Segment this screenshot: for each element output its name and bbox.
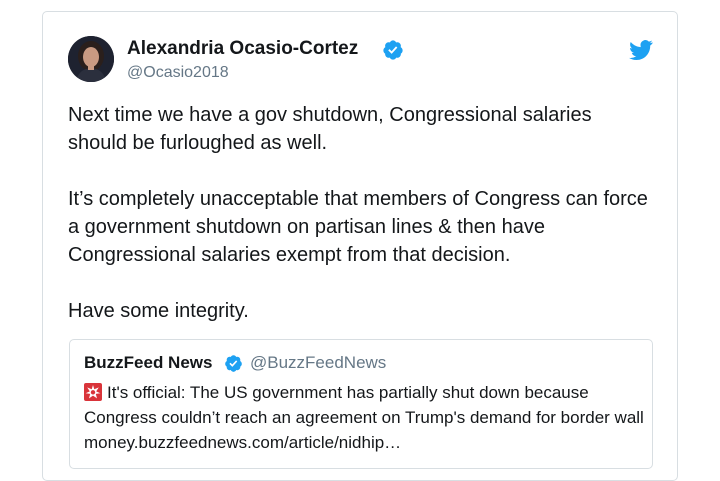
rotating-light-emoji-icon bbox=[84, 383, 102, 401]
avatar[interactable] bbox=[68, 36, 114, 82]
author-name[interactable]: Alexandria Ocasio-Cortez bbox=[127, 38, 358, 60]
author-handle[interactable]: @Ocasio2018 bbox=[127, 64, 229, 82]
verified-badge-icon bbox=[383, 40, 403, 60]
tweet-paragraph: It’s completely unacceptable that member… bbox=[68, 188, 648, 266]
quote-author-name[interactable]: BuzzFeed News bbox=[84, 353, 212, 373]
twitter-bird-icon[interactable] bbox=[629, 40, 653, 60]
tweet-paragraph: Next time we have a gov shutdown, Congre… bbox=[68, 104, 592, 154]
quote-text-content: It's official: The US government has par… bbox=[84, 383, 644, 452]
tweet-text: Next time we have a gov shutdown, Congre… bbox=[68, 101, 648, 325]
quote-author-handle[interactable]: @BuzzFeedNews bbox=[250, 353, 386, 373]
tweet-paragraph: Have some integrity. bbox=[68, 300, 249, 322]
tweet-card: Alexandria Ocasio-Cortez @Ocasio2018 Nex… bbox=[42, 11, 678, 481]
verified-badge-icon bbox=[225, 355, 242, 372]
quoted-tweet[interactable]: BuzzFeed News @BuzzFeedNews It's officia… bbox=[69, 339, 653, 469]
quote-text: It's official: The US government has par… bbox=[84, 380, 644, 455]
